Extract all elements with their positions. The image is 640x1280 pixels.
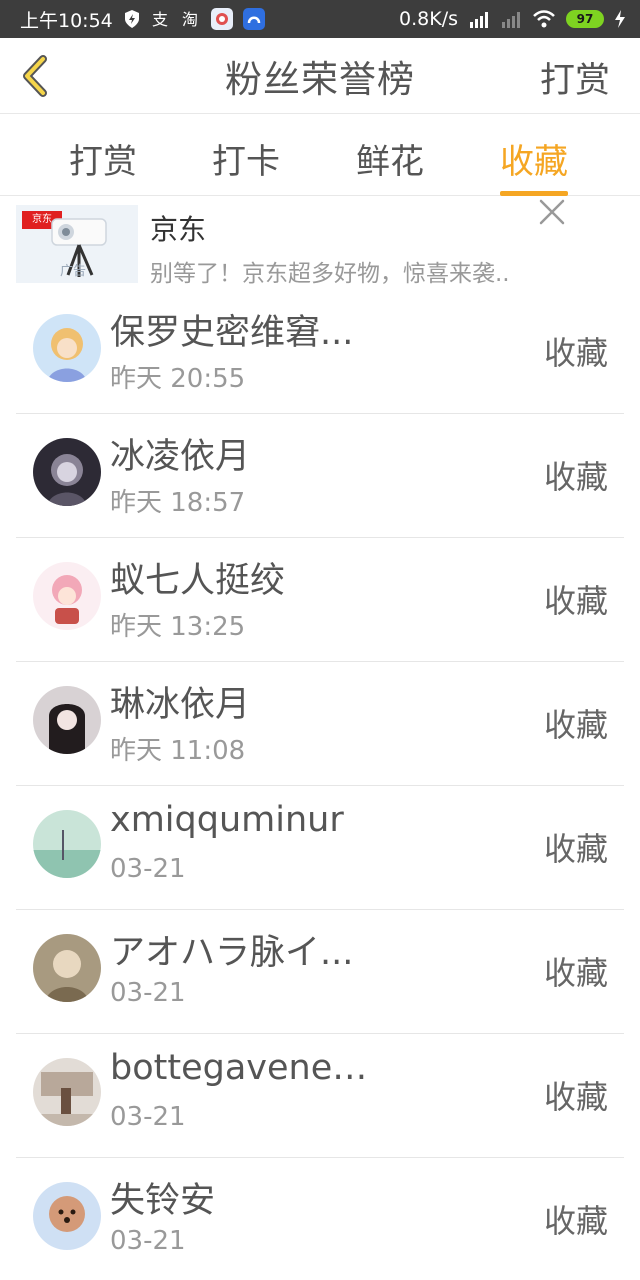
action-label: 收藏 — [543, 1078, 608, 1116]
action-label: 收藏 — [543, 582, 608, 620]
avatar[interactable] — [33, 1058, 101, 1126]
status-time: 上午10:54 — [20, 9, 113, 32]
fan-list: 保罗史密维窘... 昨天 20:55 收藏 冰凌依月 昨天 18:57 收藏 蚁… — [0, 290, 640, 1280]
net-speed: 0.8K/s — [399, 8, 458, 30]
ad-image: 京东 广告 — [16, 205, 138, 283]
avatar[interactable] — [33, 314, 101, 382]
list-item[interactable]: 失铃安 03-21 收藏 — [16, 1158, 624, 1280]
timestamp: 03-21 — [110, 978, 186, 1008]
back-button[interactable] — [12, 52, 56, 100]
list-item[interactable]: bottegaveneti... 03-21 收藏 — [16, 1034, 624, 1158]
avatar[interactable] — [33, 562, 101, 630]
list-item[interactable]: 保罗史密维窘... 昨天 20:55 收藏 — [16, 290, 624, 414]
tab-label: 鲜花 — [356, 142, 424, 182]
user-name: 冰凌依月 — [110, 437, 251, 477]
action-label: 收藏 — [543, 458, 608, 496]
user-name: xmiqquminur — [110, 800, 344, 840]
tab-checkin[interactable]: 打卡 — [212, 134, 280, 194]
avatar[interactable] — [33, 810, 101, 878]
avatar[interactable] — [33, 686, 101, 754]
tab-favorites[interactable]: 收藏 — [500, 134, 568, 196]
user-name: 保罗史密维窘... — [110, 313, 354, 353]
action-label: 收藏 — [543, 706, 608, 744]
user-name: アオハラ脉イ... — [110, 933, 354, 973]
timestamp: 03-21 — [110, 854, 186, 884]
header: 粉丝荣誉榜 打赏 — [0, 38, 640, 114]
close-icon[interactable] — [538, 198, 566, 226]
ad-description: 别等了！京东超多好物，惊喜来袭.. — [150, 261, 510, 287]
user-name: 琳冰依月 — [110, 685, 251, 725]
status-right: 0.8K/s 97 — [399, 8, 626, 30]
avatar[interactable] — [33, 934, 101, 1002]
alipay-icon: 支 — [151, 8, 171, 30]
shield-icon — [123, 8, 141, 30]
app-notification-icon — [210, 8, 233, 30]
timestamp: 昨天 20:55 — [110, 364, 246, 394]
avatar[interactable] — [33, 1182, 101, 1250]
ad-title: 京东 — [150, 213, 207, 246]
signal-weak-icon — [500, 8, 522, 30]
tab-tip[interactable]: 打赏 — [69, 134, 137, 194]
action-label: 收藏 — [543, 830, 608, 868]
tab-bar: 打赏 打卡 鲜花 收藏 — [0, 114, 640, 196]
wifi-icon — [532, 8, 556, 30]
tab-label: 打赏 — [69, 142, 137, 182]
browser-icon — [242, 8, 265, 30]
timestamp: 03-21 — [110, 1102, 186, 1132]
status-bar: 上午10:54 支 淘 0.8K/s 97 — [0, 0, 640, 38]
action-label: 收藏 — [543, 334, 608, 372]
timestamp: 昨天 11:08 — [110, 736, 246, 766]
back-arrow-icon — [23, 55, 47, 97]
action-label: 收藏 — [543, 954, 608, 992]
tab-flowers[interactable]: 鲜花 — [356, 134, 424, 194]
timestamp: 03-21 — [110, 1226, 186, 1256]
charging-icon — [614, 8, 626, 30]
svg-text:淘: 淘 — [182, 10, 198, 29]
timestamp: 昨天 18:57 — [110, 488, 246, 518]
tab-label: 打卡 — [212, 142, 280, 182]
status-left: 上午10:54 支 淘 — [20, 6, 265, 33]
tip-button[interactable]: 打赏 — [540, 52, 610, 103]
battery-indicator: 97 — [566, 10, 604, 28]
svg-text:支: 支 — [152, 10, 168, 29]
action-label: 收藏 — [543, 1202, 608, 1240]
tab-label: 收藏 — [500, 142, 568, 182]
list-item[interactable]: 冰凌依月 昨天 18:57 收藏 — [16, 414, 624, 538]
list-item[interactable]: xmiqquminur 03-21 收藏 — [16, 786, 624, 910]
signal-hd-icon — [468, 8, 490, 30]
page-title: 粉丝荣誉榜 — [225, 57, 415, 101]
user-name: 蚁七人挺绞 — [110, 561, 286, 601]
user-name: bottegaveneti... — [110, 1048, 370, 1088]
ad-tag: 广告 — [60, 264, 87, 279]
list-item[interactable]: アオハラ脉イ... 03-21 收藏 — [16, 910, 624, 1034]
taobao-icon: 淘 — [181, 8, 201, 30]
list-item[interactable]: 蚁七人挺绞 昨天 13:25 收藏 — [16, 538, 624, 662]
timestamp: 昨天 13:25 — [110, 612, 246, 642]
user-name: 失铃安 — [110, 1181, 216, 1221]
list-item[interactable]: 琳冰依月 昨天 11:08 收藏 — [16, 662, 624, 786]
avatar[interactable] — [33, 438, 101, 506]
